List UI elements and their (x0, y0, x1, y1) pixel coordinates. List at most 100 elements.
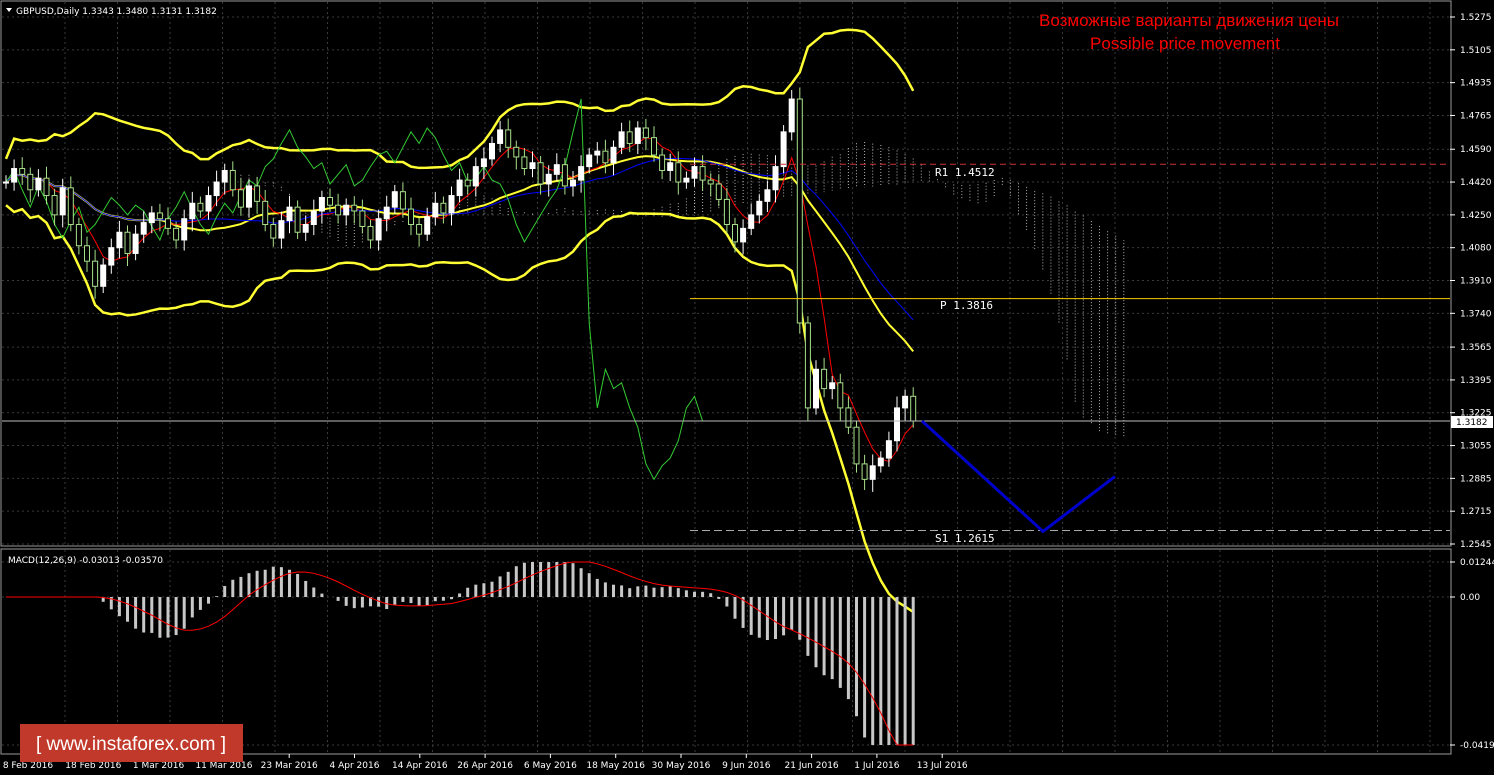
candle-body (772, 166, 779, 191)
candle-body (67, 187, 74, 226)
candle-body (383, 206, 390, 220)
candle-body (861, 463, 868, 480)
time-tick-label: 30 May 2016 (652, 761, 711, 771)
s1-label: S1 1.2615 (935, 532, 995, 545)
candle-body (181, 218, 188, 241)
time-tick-label: 11 Mar 2016 (195, 761, 252, 771)
candle-body (84, 245, 90, 262)
axes: 1.5275 1.5105 1.4935 1.4765 1.4590 1.4420 1.42… (3, 13, 1494, 771)
candle-body (659, 154, 666, 171)
candle-body (278, 220, 285, 239)
time-tick-label: 4 Apr 2016 (330, 761, 380, 771)
macd-label: MACD(12,26,9) -0.03013 -0.03570 (8, 556, 163, 566)
candle-body (318, 196, 325, 212)
r1-label: R1 1.4512 (935, 166, 995, 179)
candle-body (570, 179, 576, 187)
candle-body (489, 142, 495, 160)
candle-body (327, 196, 333, 206)
time-tick-label: 9 Jun 2016 (722, 761, 771, 771)
candle-body (561, 164, 568, 187)
candle-body (221, 169, 228, 183)
current-price-label: 1.3182 (1456, 418, 1488, 428)
chikou-span (5, 98, 704, 481)
time-tick-label: 1 Mar 2016 (133, 761, 185, 771)
candle-body (610, 146, 617, 164)
symbol-info: GBPUSD,Daily 1.3343 1.3480 1.3131 1.3182 (16, 7, 217, 17)
candle-body (626, 131, 633, 144)
candle-body (578, 166, 585, 181)
candle-body (440, 202, 447, 214)
candle-body (845, 407, 852, 428)
candle-body (594, 150, 601, 156)
candle-body (254, 185, 261, 202)
candle-body (480, 158, 487, 168)
candle-body (691, 166, 698, 179)
candle-body (59, 187, 66, 216)
time-tick-label: 18 Feb 2016 (65, 761, 121, 771)
candle-body (92, 260, 99, 287)
candle-body (780, 131, 787, 168)
candle-body (885, 440, 892, 459)
price-tick-label: 1.2545 (1460, 540, 1492, 550)
price-tick-label: 1.3055 (1460, 442, 1492, 452)
price-tick-label: 1.5105 (1460, 46, 1492, 56)
candle-body (796, 98, 803, 324)
candle-body (683, 177, 690, 183)
candle-body (788, 98, 795, 133)
candle-body (262, 200, 269, 226)
candle-body (43, 177, 50, 197)
price-tick-label: 1.4250 (1460, 211, 1492, 221)
candle-body (545, 173, 552, 185)
candle-body (764, 189, 771, 202)
candle-body (173, 227, 180, 241)
candle-body (11, 168, 18, 183)
candle-body (505, 129, 512, 148)
macd-tick-label: 0.01244 (1460, 558, 1494, 568)
candle-body (237, 189, 244, 208)
candle-body (586, 154, 593, 168)
watermark-text[interactable]: [ www.instaforex.com ] (36, 734, 226, 755)
price-tick-label: 1.3395 (1460, 376, 1492, 386)
candle-body (432, 202, 439, 218)
candle-body (869, 465, 876, 480)
candle-body (165, 218, 171, 229)
candle-body (740, 227, 747, 243)
candle-body (156, 212, 163, 220)
bollinger-lower (5, 204, 914, 614)
candle-body (367, 225, 374, 241)
candle-body (302, 224, 309, 233)
time-tick-label: 23 Mar 2016 (261, 761, 318, 771)
projection-path (920, 419, 1116, 534)
candle-body (27, 173, 34, 191)
candle-body (132, 233, 139, 254)
candle-body (448, 195, 455, 214)
price-tick-label: 1.3565 (1460, 343, 1492, 353)
collapse-triangle-icon[interactable] (6, 8, 12, 12)
price-tick-label: 1.3910 (1460, 277, 1492, 287)
candle-body (723, 198, 730, 226)
price-tick-label: 1.4765 (1460, 111, 1492, 121)
price-tick-label: 1.4080 (1460, 244, 1492, 254)
candle-body (521, 156, 528, 170)
price-tick-label: 1.4935 (1460, 79, 1492, 89)
macd-indicator (6, 561, 915, 746)
time-tick-label: 26 Apr 2016 (457, 761, 513, 771)
candle-body (877, 457, 884, 467)
candle-body (675, 162, 682, 183)
candle-body (910, 395, 917, 422)
candle-body (205, 195, 212, 212)
candle-body (699, 166, 706, 181)
candle-body (829, 382, 836, 390)
candle-body (270, 224, 277, 239)
time-tick-label: 1 Jul 2016 (854, 761, 899, 771)
price-tick-label: 1.4590 (1460, 145, 1492, 155)
time-tick-label: 13 Jul 2016 (917, 761, 968, 771)
candle-body (748, 214, 755, 229)
macd-tick-label: -0.04191 (1460, 741, 1494, 751)
macd-panel-frame (0, 548, 1452, 755)
candle-body (335, 204, 342, 216)
candle-body (667, 162, 674, 171)
time-tick-label: 18 May 2016 (586, 761, 645, 771)
candle-body (813, 368, 819, 409)
candle-body (642, 127, 649, 139)
